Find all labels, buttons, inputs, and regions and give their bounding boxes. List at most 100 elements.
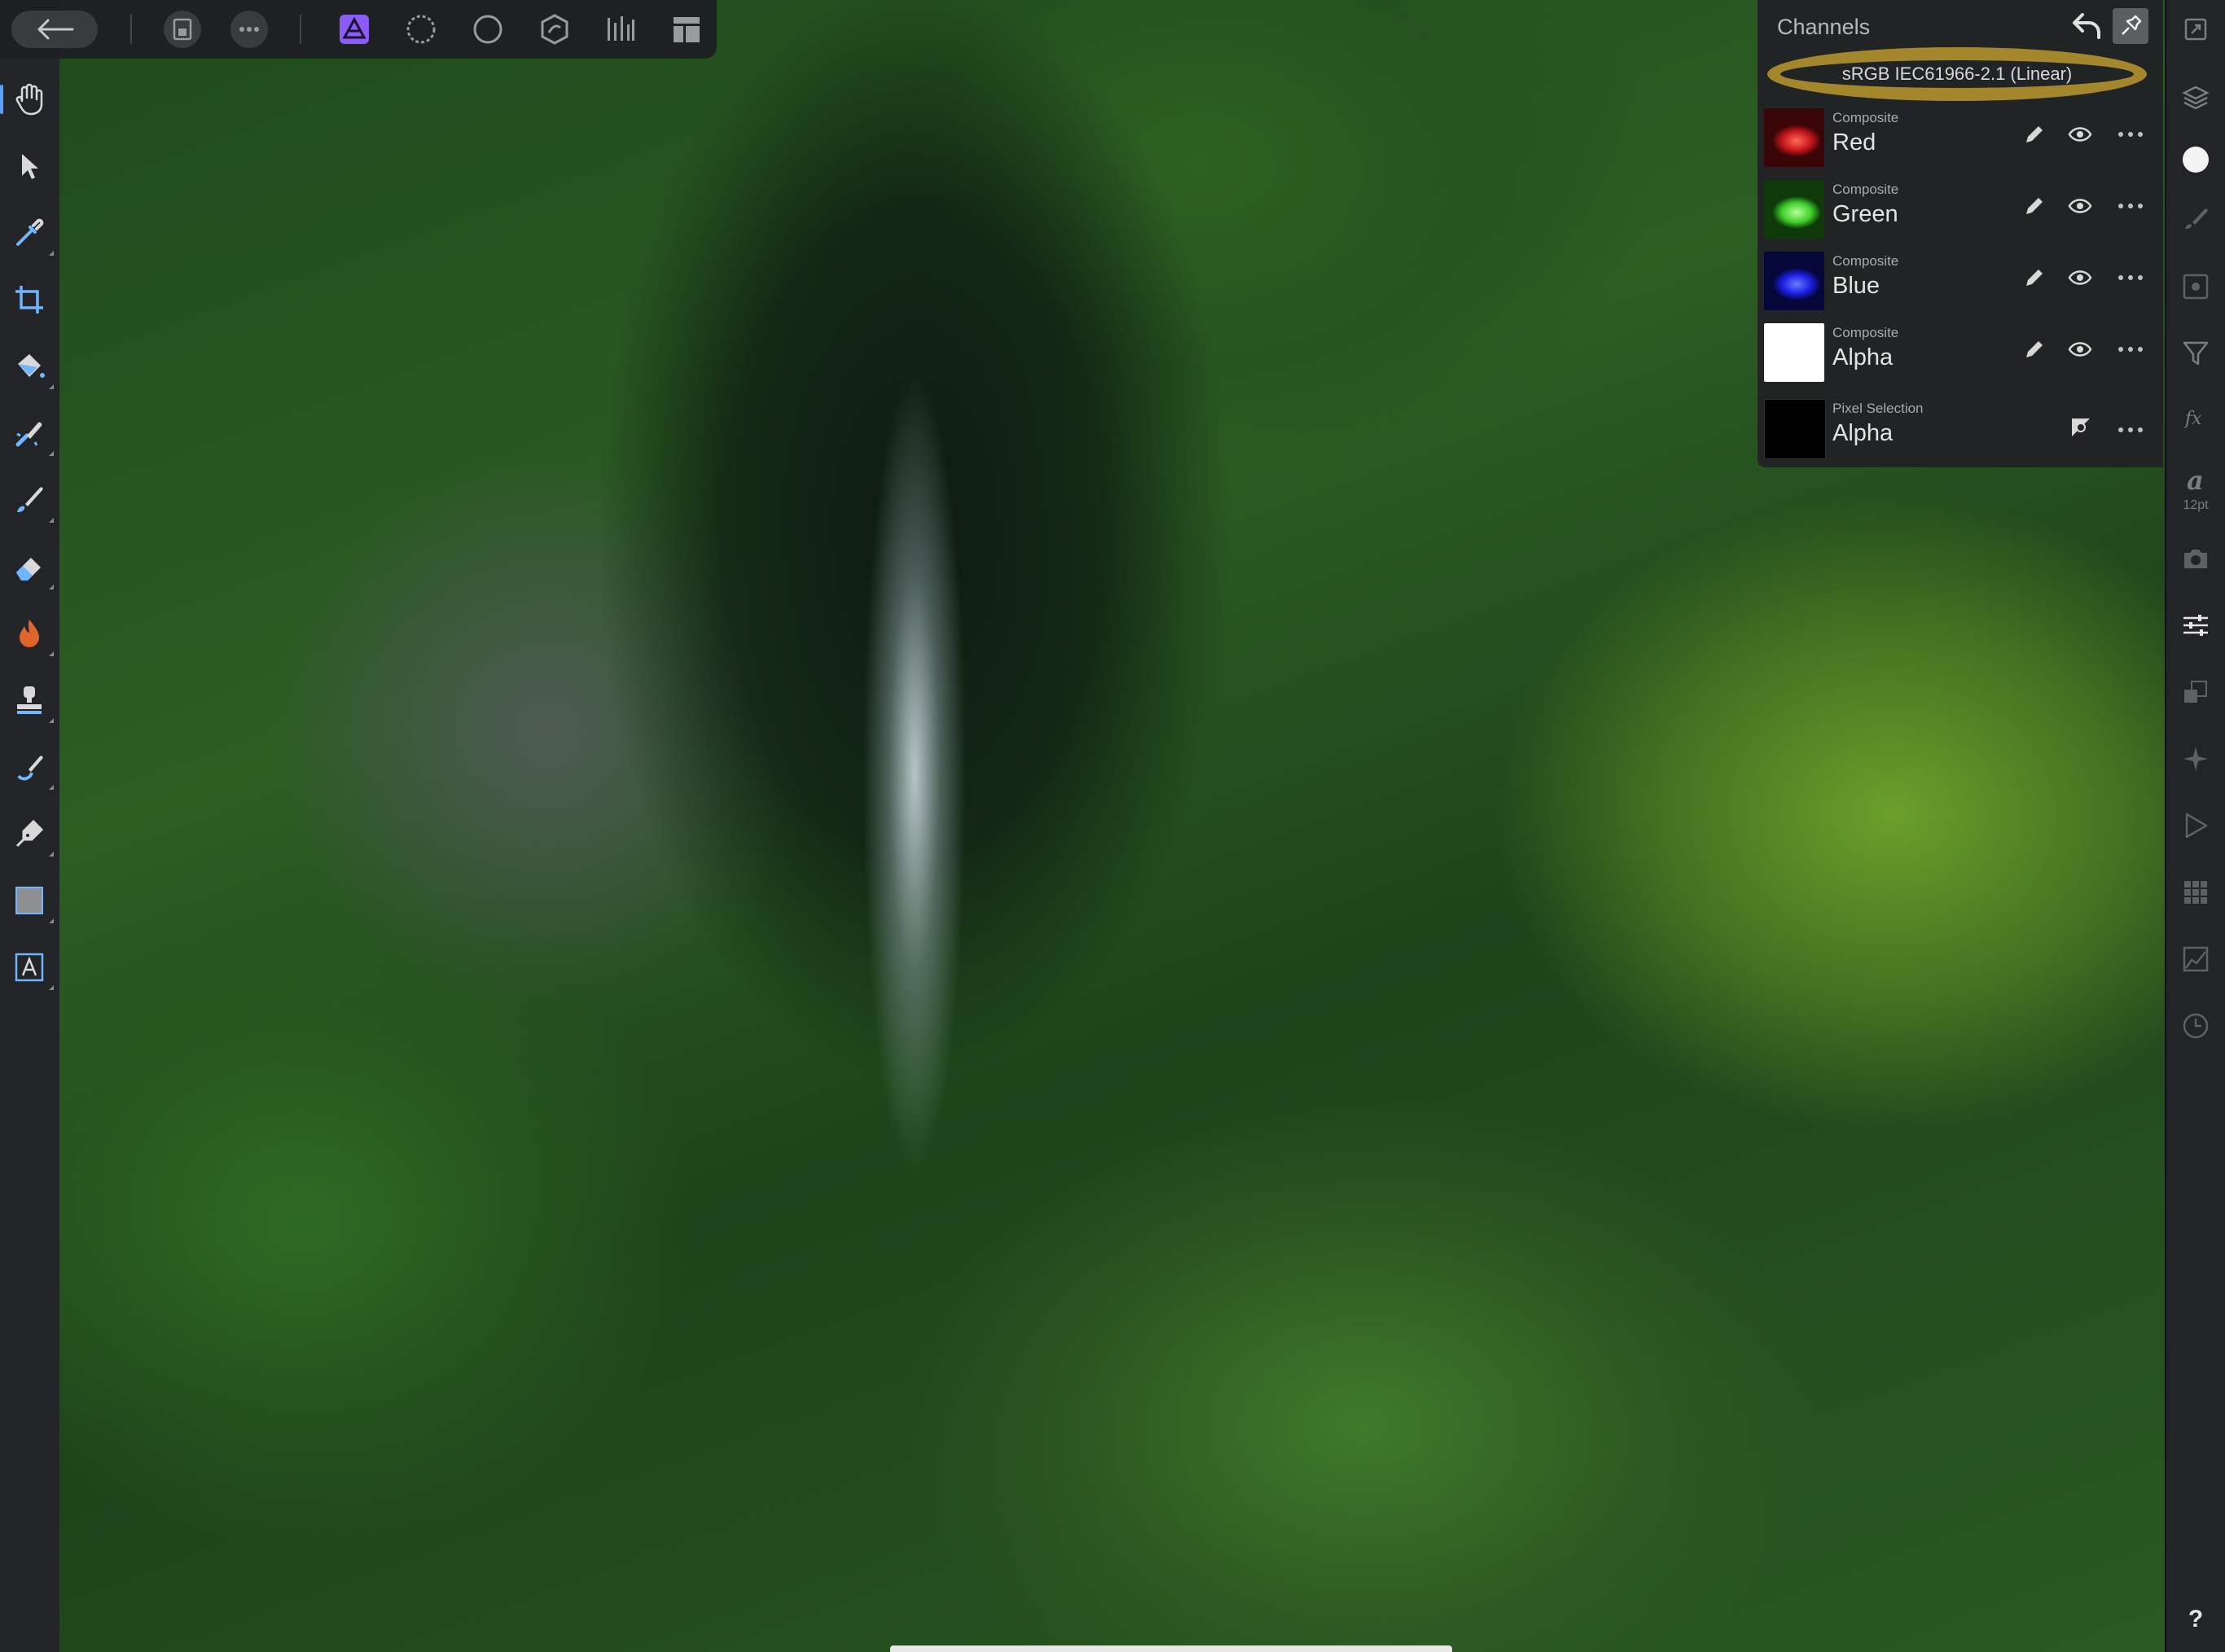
channel-row-blue[interactable]: Composite Blue — [1758, 245, 2163, 317]
channel-name: Alpha — [1832, 344, 1894, 370]
channel-kind: Composite — [1832, 182, 1899, 197]
hand-icon — [15, 83, 43, 116]
text-style-studio-button[interactable]: a — [2176, 461, 2215, 500]
edit-channel-button[interactable] — [2018, 190, 2051, 222]
channel-name: Alpha — [1832, 420, 1894, 446]
channel-more-button[interactable] — [2113, 118, 2148, 151]
edit-channel-button[interactable] — [2018, 261, 2051, 294]
paint-brush-tool[interactable] — [10, 480, 54, 523]
brushes-icon — [2185, 208, 2208, 229]
eye-icon — [2068, 342, 2092, 357]
channel-more-button[interactable] — [2113, 261, 2148, 294]
channel-kind: Composite — [1832, 110, 1899, 125]
channel-name: Green — [1832, 201, 1898, 227]
selection-brush-tool[interactable] — [10, 414, 54, 456]
export-persona-button[interactable] — [600, 8, 641, 50]
flood-fill-tool[interactable] — [10, 347, 54, 389]
back-button[interactable] — [11, 11, 98, 48]
photo-persona-button[interactable] — [334, 8, 375, 50]
more-dots-icon — [2118, 204, 2143, 208]
pin-button[interactable] — [2113, 8, 2148, 44]
eraser-tool[interactable] — [10, 547, 54, 589]
grid-studio-button[interactable] — [2176, 873, 2215, 912]
channel-row-red[interactable]: Composite Red — [1758, 102, 2163, 173]
color-profile-label: sRGB IEC61966-2.1 (Linear) — [1841, 64, 2073, 84]
liquify-persona-button[interactable] — [401, 8, 441, 50]
color-profile-selector[interactable]: sRGB IEC61966-2.1 (Linear) — [1767, 47, 2147, 101]
layout-button[interactable] — [666, 8, 707, 50]
camera-studio-button[interactable] — [2176, 539, 2215, 578]
crop-tool[interactable] — [10, 280, 49, 319]
channel-row-green[interactable]: Composite Green — [1758, 173, 2163, 245]
flood-fill-icon — [18, 354, 45, 378]
text-style-icon: a — [2187, 467, 2204, 494]
photo-persona-icon — [340, 15, 369, 44]
layers-studio-button[interactable] — [2176, 78, 2215, 117]
channel-kind: Pixel Selection — [1832, 401, 1924, 416]
document-button[interactable] — [164, 11, 201, 48]
histogram-studio-button[interactable] — [2176, 940, 2215, 979]
fullscreen-icon — [2184, 18, 2207, 41]
undo-button[interactable] — [2067, 7, 2106, 46]
pencil-icon — [2026, 341, 2043, 357]
color-picker-tool[interactable] — [10, 213, 54, 256]
fx-studio-button[interactable]: fx — [2176, 399, 2215, 438]
visibility-toggle[interactable] — [2064, 190, 2096, 222]
transform-icon — [2184, 681, 2207, 703]
pencil-icon — [2026, 198, 2043, 214]
color-picker-icon — [16, 218, 44, 246]
adjustments-studio-button[interactable] — [2176, 606, 2215, 645]
edit-channel-button[interactable] — [2018, 118, 2051, 151]
crop-icon — [15, 286, 43, 313]
toolbar-separator — [130, 15, 132, 44]
fx-icon: fx — [2183, 409, 2202, 429]
channel-row-pixel-selection[interactable]: Pixel Selection Alpha — [1758, 392, 2163, 467]
channel-more-button[interactable] — [2113, 414, 2148, 446]
filter-studio-button[interactable] — [2176, 334, 2215, 373]
visibility-toggle[interactable] — [2064, 261, 2096, 294]
move-tool[interactable] — [10, 147, 49, 186]
pencil-icon — [2026, 269, 2043, 286]
navigator-icon — [2183, 747, 2208, 771]
color-studio-button[interactable] — [2176, 140, 2215, 179]
more-icon — [239, 27, 259, 32]
pencil-icon — [2026, 126, 2043, 142]
channel-row-alpha[interactable]: Composite Alpha — [1758, 317, 2163, 388]
navigator-studio-button[interactable] — [2176, 739, 2215, 778]
fullscreen-button[interactable] — [2176, 10, 2215, 49]
macro-studio-button[interactable] — [2176, 806, 2215, 845]
pen-tool[interactable] — [10, 814, 54, 857]
channels-studio-button[interactable] — [2176, 267, 2215, 306]
healing-brush-tool[interactable] — [10, 747, 54, 790]
histogram-icon — [2183, 946, 2209, 972]
studio-strip: fx a 12pt ? — [2165, 0, 2225, 1652]
transform-studio-button[interactable] — [2176, 673, 2215, 712]
eye-icon — [2068, 270, 2092, 285]
visibility-toggle[interactable] — [2064, 333, 2096, 366]
history-studio-button[interactable] — [2176, 1006, 2215, 1045]
burn-tool[interactable] — [10, 614, 54, 656]
edit-channel-button[interactable] — [2018, 333, 2051, 366]
hand-tool[interactable] — [0, 80, 49, 119]
invert-icon — [2072, 418, 2090, 436]
channels-icon — [2183, 274, 2209, 300]
layout-icon — [674, 17, 700, 42]
help-button[interactable]: ? — [2166, 1606, 2225, 1633]
channel-more-button[interactable] — [2113, 333, 2148, 366]
develop-persona-button[interactable] — [467, 8, 508, 50]
clone-tool[interactable] — [10, 681, 54, 723]
text-tool[interactable] — [10, 948, 54, 990]
brushes-studio-button[interactable] — [2176, 199, 2215, 238]
channel-more-button[interactable] — [2113, 190, 2148, 222]
channel-thumbnail — [1764, 180, 1824, 239]
channel-name: Red — [1832, 129, 1876, 156]
more-dots-icon — [2118, 275, 2143, 280]
tone-mapping-persona-button[interactable] — [534, 8, 575, 50]
channel-thumbnail — [1764, 252, 1824, 310]
visibility-toggle[interactable] — [2064, 118, 2096, 151]
eye-icon — [2068, 199, 2092, 213]
color-icon — [2183, 147, 2209, 173]
invert-selection-button[interactable] — [2067, 414, 2095, 441]
more-button[interactable] — [230, 11, 268, 48]
rectangle-tool[interactable] — [10, 881, 54, 923]
